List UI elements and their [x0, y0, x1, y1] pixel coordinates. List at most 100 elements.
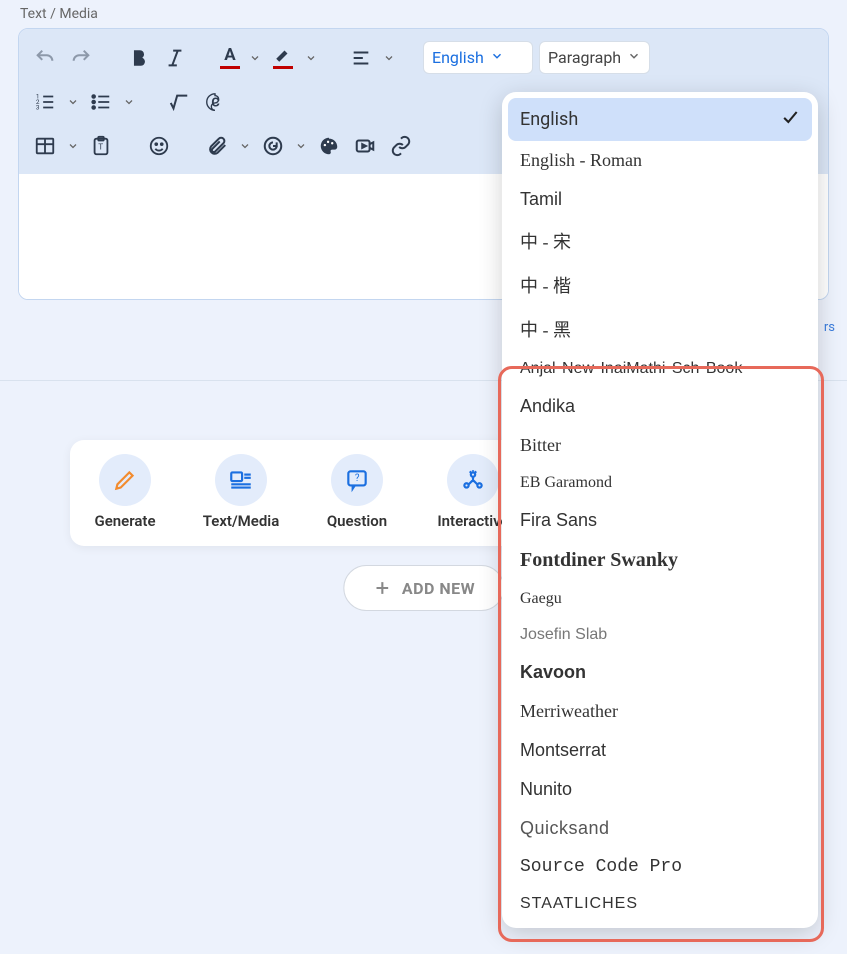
font-option-label: Josefin Slab [520, 626, 607, 644]
grammarly-button[interactable] [257, 130, 289, 162]
font-option-label: Tamil [520, 189, 562, 210]
font-option[interactable]: English - Roman [502, 141, 818, 180]
palette-icon [318, 135, 340, 157]
action-generate[interactable]: Generate [80, 454, 170, 530]
chevron-down-icon [627, 49, 641, 63]
font-option[interactable]: Source Code Pro [502, 848, 818, 886]
font-option[interactable]: 中 - 宋 [502, 219, 818, 263]
paste-text-button[interactable]: T [85, 130, 117, 162]
font-option[interactable]: Staatliches [502, 886, 818, 922]
font-option[interactable]: Quicksand [502, 809, 818, 848]
ordered-list-dropdown[interactable] [65, 96, 81, 108]
font-option-label: Fontdiner Swanky [520, 549, 678, 572]
font-color-dropdown[interactable] [247, 52, 263, 64]
bold-icon [128, 47, 150, 69]
video-icon [354, 135, 376, 157]
align-left-icon [350, 47, 372, 69]
font-option-label: 中 - 宋 [520, 228, 571, 254]
table-dropdown[interactable] [65, 140, 81, 152]
attach-button[interactable] [201, 130, 233, 162]
attach-dropdown[interactable] [237, 140, 253, 152]
font-option[interactable]: 中 - 楷 [502, 263, 818, 307]
font-family-select[interactable]: English [423, 41, 533, 74]
align-button[interactable] [345, 42, 377, 74]
redo-button[interactable] [65, 42, 97, 74]
palette-button[interactable] [313, 130, 345, 162]
font-option-label: Montserrat [520, 740, 606, 761]
chevron-down-icon [123, 96, 135, 108]
sqrt-button[interactable] [163, 86, 195, 118]
chevron-down-icon [295, 140, 307, 152]
font-option[interactable]: Tamil [502, 180, 818, 219]
partial-label: rs [824, 320, 835, 335]
sqrt-icon [168, 91, 190, 113]
pencil-icon [112, 467, 138, 493]
font-option[interactable]: Montserrat [502, 731, 818, 770]
action-label: Generate [94, 512, 155, 530]
highlight-dropdown[interactable] [303, 52, 319, 64]
link-button[interactable] [385, 130, 417, 162]
font-option-label: Source Code Pro [520, 857, 682, 877]
italic-button[interactable] [159, 42, 191, 74]
font-option-label: Quicksand [520, 818, 610, 839]
font-option[interactable]: 中 - 黑 [502, 307, 818, 351]
bullet-list-icon [90, 91, 112, 113]
bullet-list-dropdown[interactable] [121, 96, 137, 108]
font-option[interactable]: EB Garamond [502, 465, 818, 501]
font-option[interactable]: Josefin Slab [502, 617, 818, 653]
action-text-media[interactable]: Text/Media [196, 454, 286, 530]
font-option-label: English - Roman [520, 150, 642, 171]
chevron-down-icon [305, 52, 317, 64]
font-dropdown: English English - Roman Tamil 中 - 宋中 - 楷中 -… [502, 92, 818, 928]
font-option-label: Merriweather [520, 701, 618, 722]
svg-text:?: ? [355, 473, 360, 484]
smile-icon [148, 135, 170, 157]
font-option[interactable]: Fira Sans [502, 501, 818, 540]
font-option[interactable]: Merriweather [502, 692, 818, 731]
font-color-button[interactable]: A [217, 43, 243, 73]
paragraph-style-select[interactable]: Paragraph [539, 41, 650, 74]
plus-icon [372, 578, 392, 598]
table-button[interactable] [29, 130, 61, 162]
ordered-list-button[interactable]: 123 [29, 86, 61, 118]
font-family-value: English [432, 48, 484, 67]
add-new-button[interactable]: ADD NEW [343, 565, 504, 611]
highlight-button[interactable] [267, 42, 299, 74]
font-option[interactable]: Gaegu [502, 581, 818, 617]
font-option-label: Bitter [520, 435, 561, 456]
chemistry-button[interactable]: C [199, 86, 231, 118]
font-option[interactable]: Kavoon [502, 653, 818, 692]
toolbar-row-1: A English Paragra [29, 35, 818, 80]
chevron-down-icon [249, 52, 261, 64]
font-option[interactable]: Andika [502, 387, 818, 426]
font-option-label: English [520, 109, 578, 130]
action-label: Question [327, 512, 387, 530]
font-option-label: Fira Sans [520, 510, 597, 531]
ordered-list-icon: 123 [34, 91, 56, 113]
grammarly-dropdown[interactable] [293, 140, 309, 152]
align-dropdown[interactable] [381, 52, 397, 64]
font-option[interactable]: Fontdiner Swanky [502, 540, 818, 581]
bold-button[interactable] [123, 42, 155, 74]
video-button[interactable] [349, 130, 381, 162]
undo-icon [34, 47, 56, 69]
question-icon: ? [344, 467, 370, 493]
font-option[interactable]: Bitter [502, 426, 818, 465]
font-option[interactable]: Anjal New InaiMathi Sch Book [502, 351, 818, 387]
font-option-label: Gaegu [520, 590, 562, 608]
svg-text:C: C [211, 96, 219, 111]
font-option-label: 中 - 楷 [520, 272, 571, 298]
undo-button[interactable] [29, 42, 61, 74]
font-option[interactable]: English [508, 98, 812, 141]
action-question[interactable]: ? Question [312, 454, 402, 530]
emoji-button[interactable] [143, 130, 175, 162]
font-option-label: Staatliches [520, 895, 638, 913]
highlighter-icon [274, 46, 292, 64]
panel-title: Text / Media [0, 0, 847, 28]
bullet-list-button[interactable] [85, 86, 117, 118]
chevron-down-icon [383, 52, 395, 64]
link-icon [390, 135, 412, 157]
font-option[interactable]: Nunito [502, 770, 818, 809]
svg-text:3: 3 [36, 103, 40, 111]
chevron-down-icon [67, 140, 79, 152]
